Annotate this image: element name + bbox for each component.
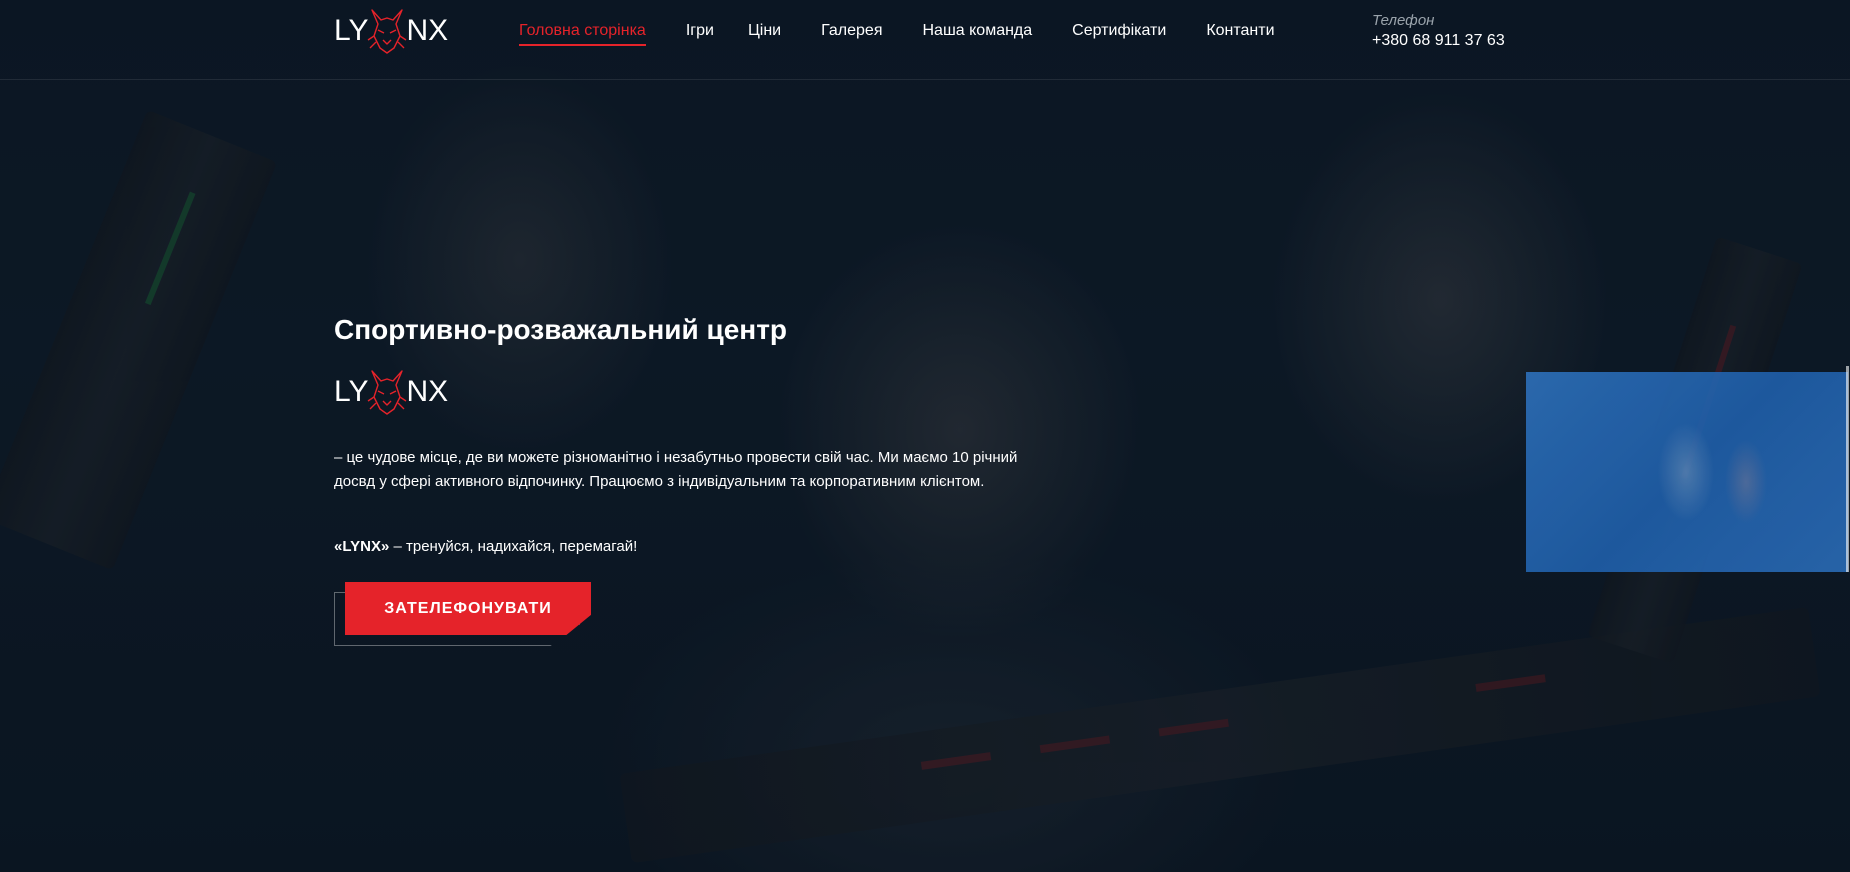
lynx-head-icon (368, 9, 407, 54)
slogan-text: – тренуйся, надихайся, перемагай! (389, 538, 638, 555)
nav-item-certificates[interactable]: Сертифікати (1072, 22, 1166, 46)
call-button[interactable]: ЗАТЕЛЕФОНУВАТИ (345, 582, 591, 635)
phone-label: Телефон (1372, 12, 1435, 29)
lynx-head-icon (368, 370, 407, 415)
nav-item-gallery[interactable]: Галерея (821, 22, 882, 46)
nav-item-team[interactable]: Наша команда (922, 22, 1032, 46)
logo-text-right: NX (406, 14, 449, 47)
header-logo[interactable]: LY NX (334, 6, 448, 56)
logo-text-left: LY (334, 14, 369, 47)
hero-title: Спортивно-розважальний центр (334, 314, 788, 345)
hero-slogan: «LYNX» – тренуйся, надихайся, перемагай! (334, 538, 637, 555)
logo-text-left: LY (334, 375, 369, 408)
hero-logo: LY NX (334, 367, 448, 417)
phone-block: Телефон +380 68 911 37 63 (1372, 12, 1505, 50)
nav-item-prices[interactable]: Ціни (748, 22, 781, 46)
nav-item-games[interactable]: Ігри (686, 22, 714, 46)
page: LY NX Головна сторінка Ігри Ціни Галерея… (0, 0, 1850, 872)
main-nav: Головна сторінка Ігри Ціни Галерея Наша … (519, 22, 1315, 46)
slogan-brand: «LYNX» (334, 538, 390, 555)
phone-number-link[interactable]: +380 68 911 37 63 (1372, 32, 1505, 50)
logo-text-right: NX (406, 375, 449, 408)
video-thumbnail[interactable] (1526, 372, 1848, 572)
video-thumbnail-edge (1846, 366, 1849, 572)
hero-description: – це чудове місце, де ви можете різноман… (334, 449, 1018, 490)
nav-item-home[interactable]: Головна сторінка (519, 22, 646, 46)
nav-item-contacts[interactable]: Контанти (1206, 22, 1274, 46)
site-header: LY NX Головна сторінка Ігри Ціни Галерея… (0, 0, 1850, 80)
